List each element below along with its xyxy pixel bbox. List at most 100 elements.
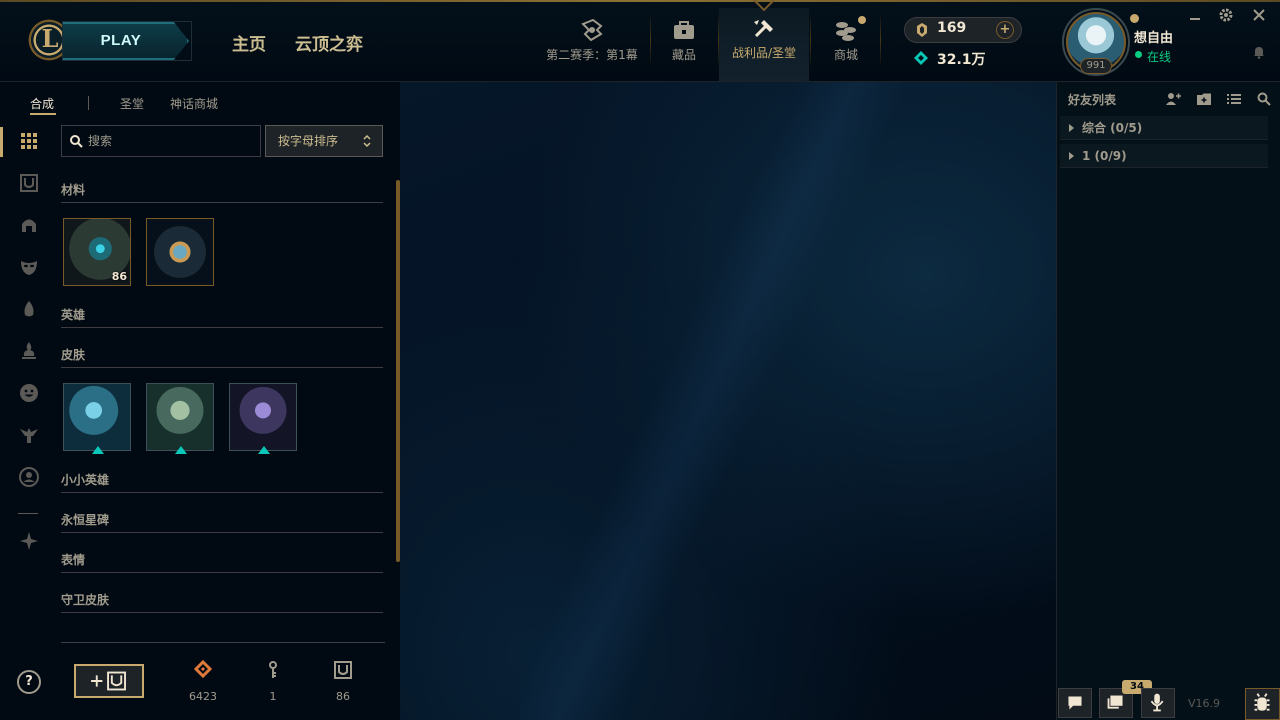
chat-bubble-icon	[1068, 696, 1082, 710]
play-button[interactable]: PLAY	[63, 22, 189, 60]
nav-store-label: 商城	[833, 48, 858, 62]
eternals-flame-icon[interactable]	[18, 340, 40, 362]
skin-shard-marker	[258, 446, 270, 454]
loot-tile-capsule[interactable]	[146, 218, 214, 286]
tab-divider	[88, 96, 89, 110]
tab-sanctum[interactable]: 圣堂	[120, 95, 144, 112]
blue-essence-value: 32.1万	[937, 52, 986, 68]
friends-list-title: 好友列表	[1068, 93, 1117, 107]
voice-button[interactable]	[1141, 688, 1175, 718]
online-status-dot	[1135, 51, 1142, 58]
key-count: 1	[269, 690, 277, 703]
loot-tile-skin[interactable]	[229, 383, 297, 454]
tab-crafting[interactable]: 合成	[30, 95, 54, 112]
orange-essence-value: 6423	[189, 690, 217, 703]
blue-essence-icon	[914, 51, 928, 65]
nav-loot[interactable]: 战利品/圣堂	[719, 8, 809, 81]
collection-bag-icon	[674, 21, 694, 39]
store-notification-dot	[858, 16, 866, 24]
microphone-icon	[1150, 693, 1164, 712]
summoner-name[interactable]: 想自由	[1134, 27, 1173, 46]
report-bug-button[interactable]	[1245, 688, 1280, 720]
loot-tile-skin[interactable]	[63, 383, 131, 454]
store-coins-icon	[836, 22, 856, 41]
ward-totem-icon[interactable]	[18, 424, 40, 446]
filter-divider	[18, 513, 38, 514]
add-chest-button[interactable]	[74, 664, 144, 698]
sort-dropdown-label: 按字母排序	[278, 134, 339, 148]
chest-icon	[334, 661, 352, 679]
section-header-ward-skins: 守卫皮肤	[61, 591, 383, 613]
client-version: V16.9	[1188, 697, 1221, 710]
grid-all-icon[interactable]	[18, 130, 40, 152]
friend-group-general[interactable]: 综合 (0/5)	[1060, 116, 1268, 140]
loot-tile-skin[interactable]	[146, 383, 214, 454]
filter-active-indicator	[0, 127, 3, 157]
settings-button[interactable]	[1218, 7, 1234, 23]
bug-icon	[1254, 693, 1270, 711]
loot-hammer-icon	[754, 20, 773, 38]
nav-divider	[880, 12, 881, 68]
league-logo-letter: L	[41, 24, 59, 53]
nav-loot-label: 战利品/圣堂	[731, 46, 797, 60]
section-header-materials: 材料	[61, 181, 383, 203]
close-icon	[1253, 9, 1265, 21]
add-folder-icon[interactable]	[1196, 91, 1212, 107]
nav-collection-label: 藏品	[671, 48, 696, 62]
help-button[interactable]: ?	[17, 670, 41, 694]
main-background	[400, 82, 1056, 720]
champion-helmet-icon[interactable]	[18, 214, 40, 236]
section-header-champions: 英雄	[61, 306, 383, 328]
online-status-text[interactable]: 在线	[1147, 48, 1171, 65]
caret-right-icon	[1069, 152, 1074, 160]
close-button[interactable]	[1251, 7, 1267, 23]
friends-panel	[1056, 82, 1280, 720]
minimize-icon	[1190, 18, 1200, 20]
list-view-icon[interactable]	[1226, 91, 1242, 107]
skin-mask-icon[interactable]	[18, 256, 40, 278]
bottom-divider	[61, 642, 385, 643]
riot-points-value: 169	[937, 20, 967, 36]
section-header-little-legends: 小小英雄	[61, 471, 383, 493]
skin-shard-marker	[92, 446, 104, 454]
caret-right-icon	[1069, 124, 1074, 132]
nav-tft[interactable]: 云顶之弈	[295, 30, 363, 55]
nav-divider	[650, 12, 651, 68]
profile-notification-dot	[1130, 14, 1139, 23]
little-legend-egg-icon[interactable]	[18, 298, 40, 320]
chest-filter-icon[interactable]	[18, 172, 40, 194]
season-pass-icon	[581, 18, 603, 42]
disenchant-filter-icon[interactable]	[18, 530, 40, 552]
chest-count: 86	[336, 690, 350, 703]
section-header-eternals: 永恒星碑	[61, 511, 383, 533]
nav-season-label: 第二赛季：第1幕	[546, 48, 638, 62]
profile-icon-filter-icon[interactable]	[18, 466, 40, 488]
tab-mythic-shop[interactable]: 神话商城	[170, 95, 218, 112]
emote-smiley-icon[interactable]	[18, 382, 40, 404]
bell-icon[interactable]	[1252, 45, 1266, 59]
nav-collection[interactable]: 藏品	[658, 10, 710, 81]
gear-icon	[1219, 8, 1233, 22]
loot-tile-chest[interactable]: 86	[63, 218, 131, 286]
nav-season-pass[interactable]: 第二赛季：第1幕	[540, 10, 644, 81]
level-badge: 991	[1080, 58, 1112, 74]
friend-group-one[interactable]: 1 (0/9)	[1060, 144, 1268, 168]
tile-count: 86	[111, 270, 127, 283]
section-header-skins: 皮肤	[61, 346, 383, 368]
friend-group-label: 1 (0/9)	[1082, 149, 1127, 163]
buy-rp-button[interactable]: +	[996, 21, 1014, 39]
friend-group-label: 综合 (0/5)	[1082, 121, 1143, 135]
add-chest-icon	[91, 671, 126, 691]
search-icon	[70, 135, 83, 148]
active-tab-caret-icon	[753, 0, 775, 12]
minimize-button[interactable]	[1187, 7, 1203, 23]
add-friend-icon[interactable]	[1165, 91, 1181, 107]
search-input[interactable]	[88, 128, 256, 154]
loot-scrollbar[interactable]	[396, 180, 400, 562]
active-tab-underline	[30, 113, 56, 115]
section-header-emotes: 表情	[61, 551, 383, 573]
friend-search-icon[interactable]	[1256, 91, 1272, 107]
nav-home[interactable]: 主页	[232, 30, 266, 55]
chat-button[interactable]	[1058, 688, 1092, 718]
key-icon	[269, 661, 277, 678]
